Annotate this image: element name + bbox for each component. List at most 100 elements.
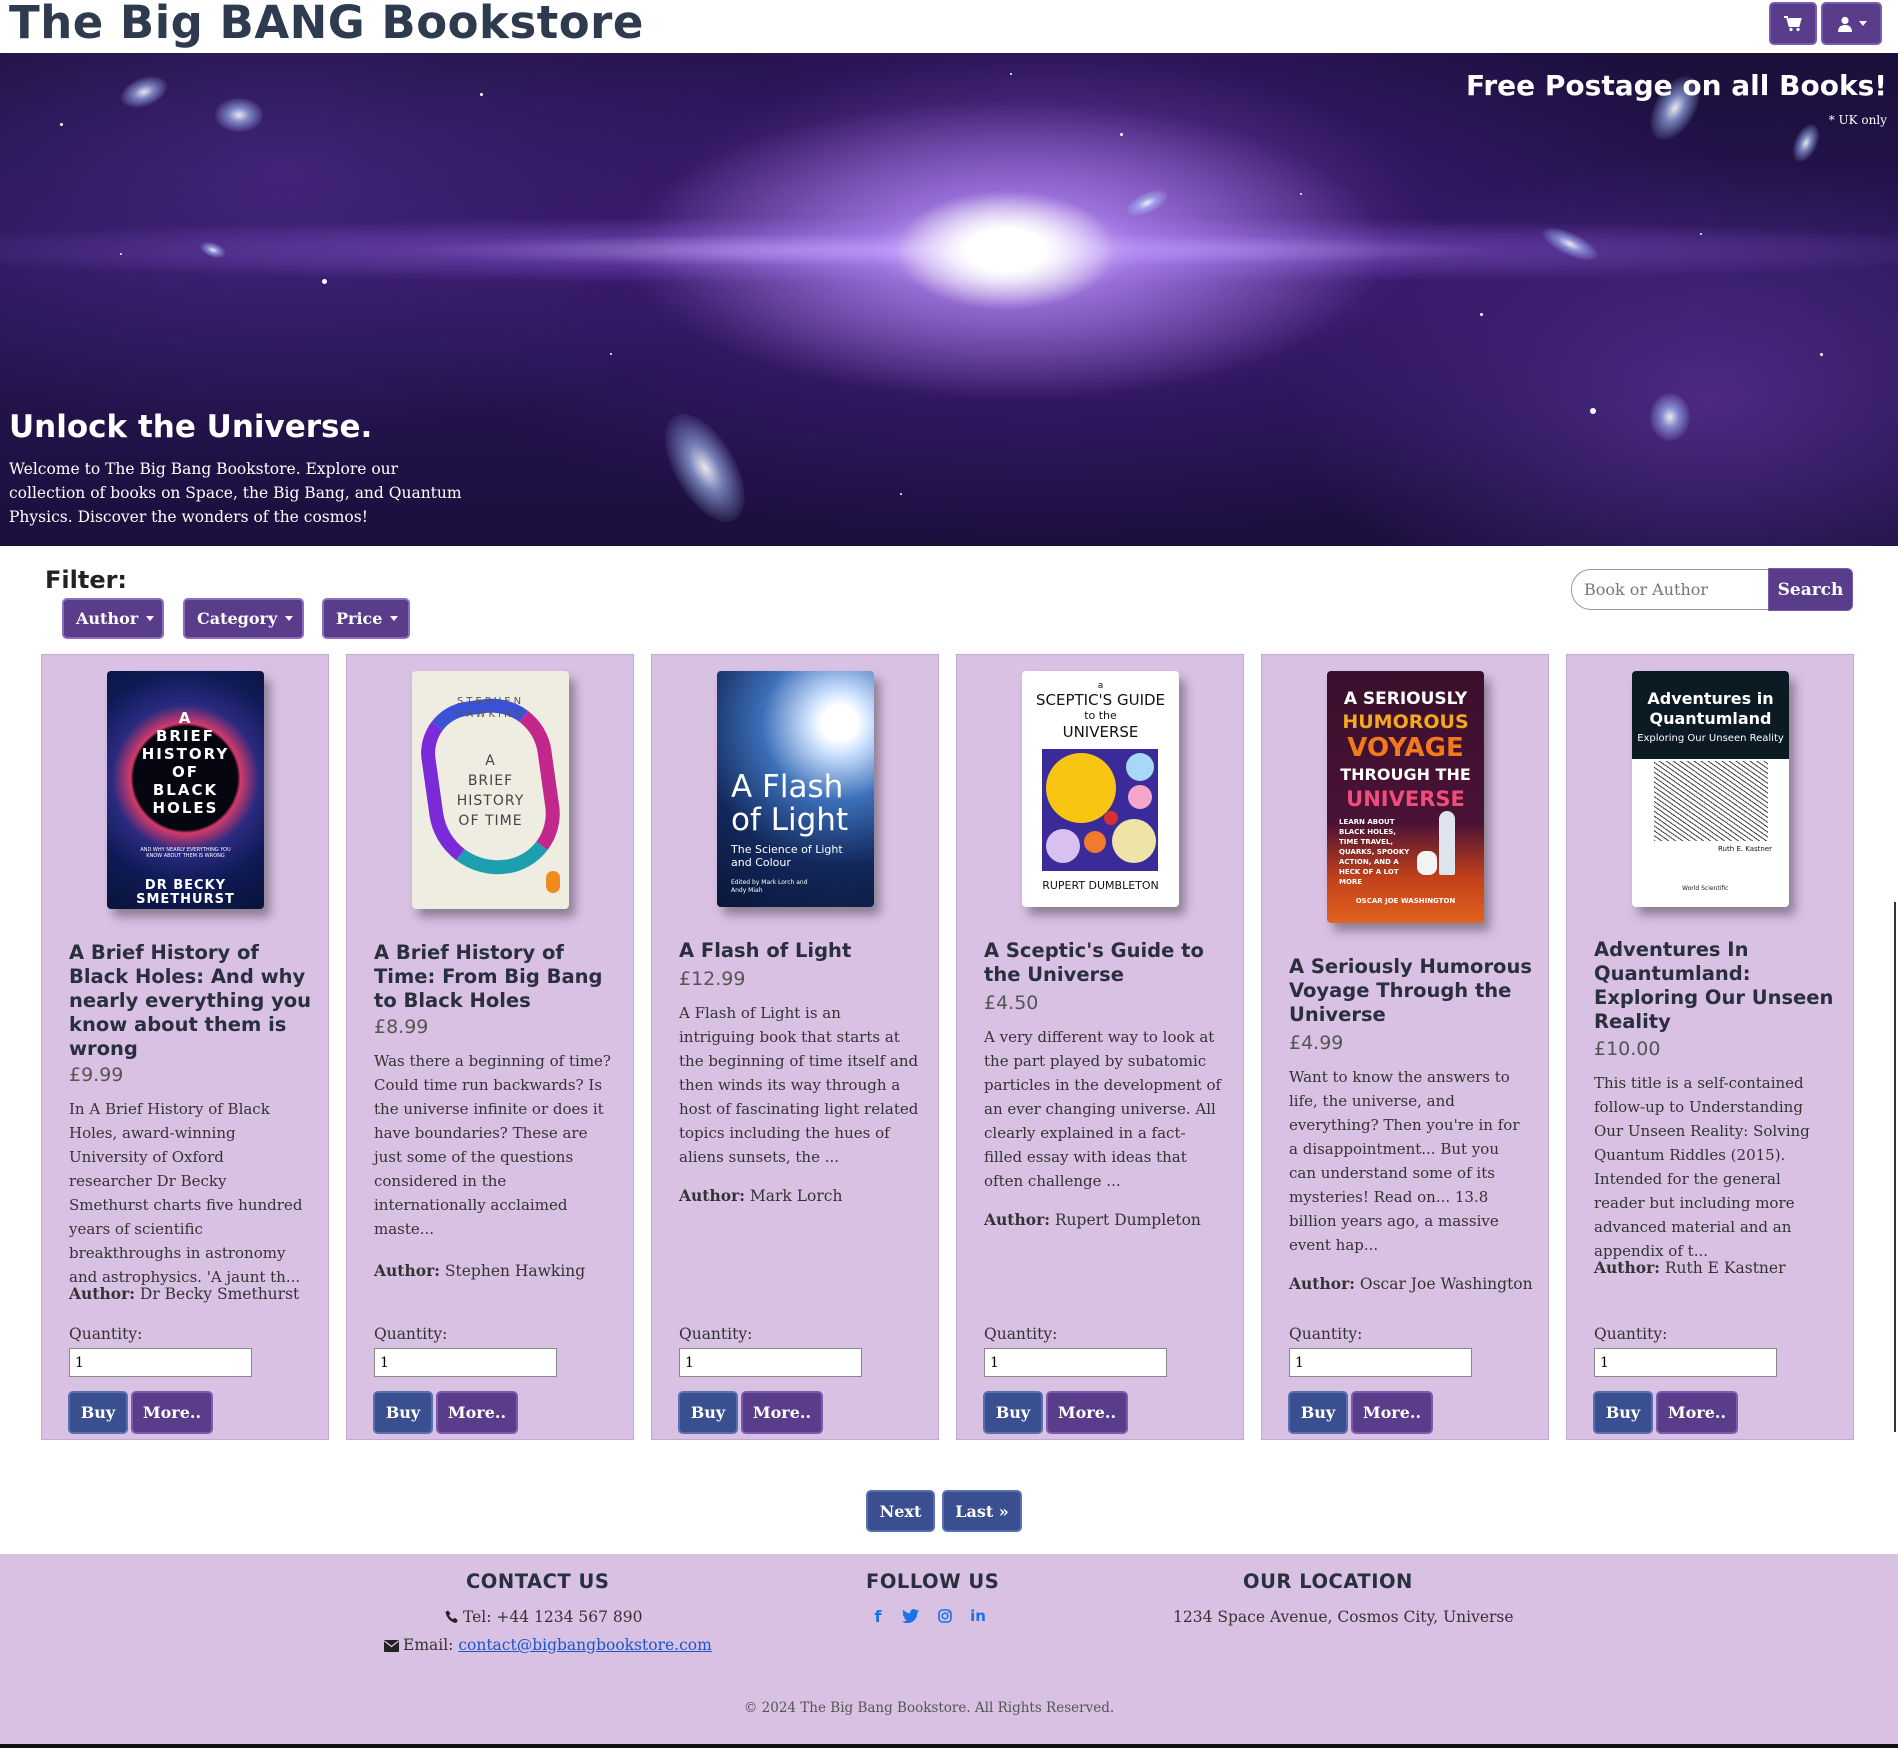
linkedin-icon[interactable]: in <box>968 1606 988 1626</box>
chevron-down-icon <box>146 616 155 621</box>
more-button[interactable]: More.. <box>1046 1391 1128 1434</box>
cover-text: UNIVERSE <box>1346 787 1465 811</box>
copyright-text: © 2024 The Big Bang Bookstore. All Right… <box>743 1700 1115 1716</box>
book-cover[interactable]: A SERIOUSLY HUMOROUS VOYAGE THROUGH THE … <box>1327 671 1484 923</box>
phone-icon <box>445 1610 458 1623</box>
cover-text: Quantumland <box>1649 709 1772 728</box>
cart-button[interactable] <box>1769 2 1817 45</box>
more-button[interactable]: More.. <box>741 1391 823 1434</box>
quantity-label: Quantity: <box>69 1325 143 1343</box>
book-card: A SERIOUSLY HUMOROUS VOYAGE THROUGH THE … <box>1261 654 1549 1440</box>
buy-button[interactable]: Buy <box>373 1391 433 1434</box>
twitter-icon[interactable] <box>900 1606 920 1626</box>
book-cover[interactable]: a SCEPTIC'S GUIDE to the UNIVERSE RUPERT… <box>1022 671 1179 907</box>
email-link[interactable]: contact@bigbangbookstore.com <box>458 1636 711 1654</box>
cover-text: A Flash <box>731 769 844 805</box>
location-address: 1234 Space Avenue, Cosmos City, Universe <box>1173 1608 1514 1626</box>
book-cover[interactable]: A BRIEF HISTORY OF BLACK HOLES AND WHY N… <box>107 671 264 909</box>
cover-text: BRIEF <box>467 773 514 789</box>
book-title[interactable]: A Flash of Light <box>679 939 924 963</box>
hero-text: Welcome to The Big Bang Bookstore. Explo… <box>9 460 462 526</box>
cover-text: STEPHEN HAWKING <box>455 696 526 720</box>
cover-subtitle: Exploring Our Unseen Reality <box>1637 733 1784 744</box>
quantity-input[interactable] <box>1289 1348 1472 1377</box>
book-title[interactable]: A Brief History of Black Holes: And why … <box>69 941 314 1061</box>
instagram-icon[interactable] <box>935 1606 955 1626</box>
quantity-label: Quantity: <box>374 1325 448 1343</box>
book-cover[interactable]: Adventures in Quantumland Exploring Our … <box>1632 671 1789 907</box>
contact-heading: CONTACT US <box>466 1570 610 1593</box>
cover-author: Edited by Mark Lorch and Andy Miah <box>731 879 808 894</box>
price-filter-label: Price <box>336 609 383 628</box>
book-card: Adventures in Quantumland Exploring Our … <box>1566 654 1854 1440</box>
quantity-input[interactable] <box>374 1348 557 1377</box>
more-button[interactable]: More.. <box>436 1391 518 1434</box>
cover-author: RUPERT DUMBLETON <box>1042 879 1159 892</box>
quantity-label: Quantity: <box>1594 1325 1668 1343</box>
book-price: £4.50 <box>984 992 1039 1014</box>
book-cover[interactable]: A Flash of Light The Science of Light an… <box>717 671 874 907</box>
cover-text: Adventures in <box>1647 689 1774 708</box>
cover-text: A SERIOUSLY <box>1343 689 1468 709</box>
bottom-border <box>0 1744 1898 1748</box>
more-button[interactable]: More.. <box>131 1391 213 1434</box>
site-brand[interactable]: The Big BANG Bookstore <box>9 0 644 49</box>
envelope-icon <box>384 1640 399 1652</box>
user-menu-button[interactable] <box>1821 2 1882 45</box>
user-icon <box>1837 16 1852 32</box>
book-description: A very different way to look at the part… <box>984 1028 1222 1190</box>
buy-button[interactable]: Buy <box>1593 1391 1653 1434</box>
book-title[interactable]: A Sceptic's Guide to the Universe <box>984 939 1229 987</box>
quantity-input[interactable] <box>984 1348 1167 1377</box>
category-filter-dropdown[interactable]: Category <box>183 598 304 639</box>
book-card: A BRIEF HISTORY OF BLACK HOLES AND WHY N… <box>41 654 329 1440</box>
author-name: Oscar Joe Washington <box>1359 1275 1533 1293</box>
cover-subtitle: AND WHY NEARLY EVERYTHING YOU KNOW ABOUT… <box>140 847 231 859</box>
book-title[interactable]: A Seriously Humorous Voyage Through the … <box>1289 955 1534 1027</box>
book-price: £12.99 <box>679 968 746 990</box>
cover-text: BRIEF <box>155 727 216 745</box>
quantity-input[interactable] <box>679 1348 862 1377</box>
quantity-label: Quantity: <box>679 1325 753 1343</box>
book-author: Author: Rupert Dumpleton <box>984 1210 1229 1229</box>
more-button[interactable]: More.. <box>1351 1391 1433 1434</box>
next-page-button[interactable]: Next <box>866 1490 935 1532</box>
more-button[interactable]: More.. <box>1656 1391 1738 1434</box>
price-filter-dropdown[interactable]: Price <box>322 598 410 639</box>
search-input[interactable] <box>1571 569 1769 610</box>
cover-author: OSCAR JOE WASHINGTON <box>1355 897 1456 905</box>
cover-text: a <box>1097 681 1104 691</box>
author-name: Stephen Hawking <box>444 1262 586 1280</box>
buy-button[interactable]: Buy <box>68 1391 128 1434</box>
cover-text: BLACK <box>152 781 219 799</box>
scrollbar[interactable] <box>1894 902 1896 1432</box>
author-name: Ruth E Kastner <box>1664 1259 1786 1277</box>
author-filter-dropdown[interactable]: Author <box>62 598 164 639</box>
cover-text: HOLES <box>152 799 219 817</box>
cover-text: OF <box>172 763 199 781</box>
book-title[interactable]: A Brief History of Time: From Big Bang t… <box>374 941 619 1013</box>
book-author: Author: Ruth E Kastner <box>1594 1258 1839 1277</box>
search-button[interactable]: Search <box>1768 568 1853 611</box>
contact-email: Email: contact@bigbangbookstore.com <box>384 1636 712 1654</box>
cover-subtitle: The Science of Light and Colour <box>731 843 843 869</box>
filter-label: Filter: <box>45 566 128 594</box>
book-card: a SCEPTIC'S GUIDE to the UNIVERSE RUPERT… <box>956 654 1244 1440</box>
facebook-icon[interactable]: f <box>868 1606 888 1626</box>
category-filter-label: Category <box>197 609 278 628</box>
promo-banner: Free Postage on all Books! <box>1466 69 1887 102</box>
quantity-label: Quantity: <box>1289 1325 1363 1343</box>
cover-text: UNIVERSE <box>1062 723 1139 741</box>
astronaut-illustration <box>1417 851 1437 875</box>
last-page-button[interactable]: Last » <box>942 1490 1022 1532</box>
buy-button[interactable]: Buy <box>678 1391 738 1434</box>
cover-text: A <box>485 753 496 769</box>
publisher-logo: World Scientific <box>1682 885 1729 892</box>
quantity-input[interactable] <box>1594 1348 1777 1377</box>
quantity-input[interactable] <box>69 1348 252 1377</box>
book-cover[interactable]: STEPHEN HAWKING A BRIEF HISTORY OF TIME <box>412 671 569 909</box>
buy-button[interactable]: Buy <box>983 1391 1043 1434</box>
book-title[interactable]: Adventures In Quantumland: Exploring Our… <box>1594 938 1839 1034</box>
author-label: Author: <box>984 1210 1050 1229</box>
buy-button[interactable]: Buy <box>1288 1391 1348 1434</box>
